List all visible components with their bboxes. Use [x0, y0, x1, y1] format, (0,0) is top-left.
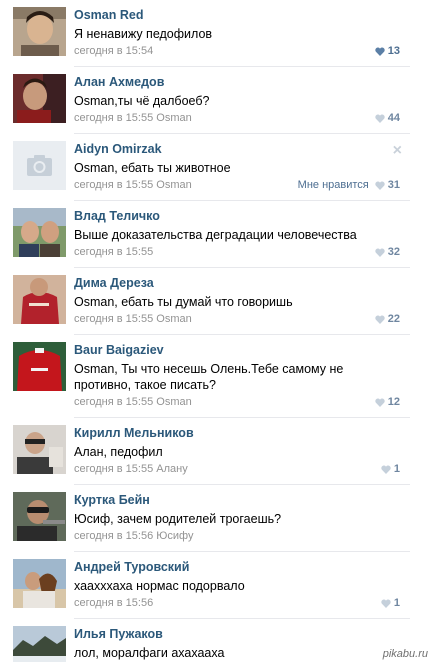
comment-author[interactable]: Влад Теличко — [74, 209, 160, 223]
comment-item: Aidyn Omirzak × Osman, ебать ты животное… — [0, 134, 432, 201]
comment-reply-to[interactable]: Osman — [156, 396, 191, 408]
comment-time[interactable]: сегодня в 15:55 — [74, 463, 153, 475]
avatar[interactable] — [13, 275, 66, 324]
like-count: 31 — [387, 179, 400, 191]
avatar[interactable] — [13, 559, 66, 608]
comment-time[interactable]: сегодня в 15:55 — [74, 396, 153, 408]
like-count: 1 — [393, 597, 400, 609]
comment-author[interactable]: Куртка Бейн — [74, 493, 150, 507]
comment-meta: сегодня в 15:56 — [74, 597, 153, 609]
like-button[interactable]: 22 — [375, 313, 400, 325]
comment-text: хаахххаха нормас подорвало — [74, 579, 245, 593]
like-count: 1 — [393, 463, 400, 475]
comment-text: Osman,ты чё далбоеб? — [74, 94, 210, 108]
comment-meta: сегодня в 15:55 Osman — [74, 396, 192, 408]
comment-meta: сегодня в 15:55 Osman — [74, 179, 192, 191]
comments-feed: Osman Red Я ненавижу педофилов сегодня в… — [0, 0, 432, 662]
comment-reply-to[interactable]: Osman — [156, 112, 191, 124]
comment-item: Baur Baigaziev Osman, Ты что несешь Олен… — [0, 335, 432, 418]
comment-author[interactable]: Илья Пужаков — [74, 627, 163, 641]
comment-author[interactable]: Baur Baigaziev — [74, 343, 164, 357]
heart-icon — [375, 315, 385, 324]
comment-text: лол, моралфаги ахахааха — [74, 646, 225, 660]
like-button[interactable]: 44 — [375, 112, 400, 124]
comment-text: Osman, ебать ты думай что говоришь — [74, 295, 293, 309]
comment-text: Выше доказательства деградации человечес… — [74, 228, 357, 242]
avatar[interactable] — [13, 425, 66, 474]
like-count: 13 — [387, 45, 400, 57]
comment-reply-to[interactable]: Osman — [156, 313, 191, 325]
comment-meta: сегодня в 15:54 — [74, 45, 153, 57]
like-button[interactable]: 13 — [375, 45, 400, 57]
like-button[interactable]: 12 — [375, 396, 400, 408]
comment-reply-to[interactable]: Юсифу — [156, 530, 193, 542]
like-label: Мне нравится — [297, 179, 369, 191]
heart-icon — [381, 599, 391, 608]
like-button[interactable]: 32 — [375, 246, 400, 258]
heart-icon — [375, 114, 385, 123]
heart-icon — [375, 181, 385, 190]
comment-item: Алан Ахмедов Osman,ты чё далбоеб? сегодн… — [0, 67, 432, 134]
comment-time[interactable]: сегодня в 15:54 — [74, 45, 153, 57]
like-button[interactable]: Мне нравится 31 — [298, 179, 400, 191]
comment-text: Я ненавижу педофилов — [74, 27, 213, 41]
comment-item: Дима Дереза Osman, ебать ты думай что го… — [0, 268, 432, 335]
heart-icon — [375, 398, 385, 407]
comment-text: Osman, Ты что несешь Олень.Тебе самому н… — [74, 362, 344, 392]
avatar[interactable] — [13, 342, 66, 391]
like-count: 32 — [387, 246, 400, 258]
comment-item: Osman Red Я ненавижу педофилов сегодня в… — [0, 0, 432, 67]
comment-text: Юсиф, зачем родителей трогаешь? — [74, 512, 282, 526]
avatar[interactable] — [13, 208, 66, 257]
comment-time[interactable]: сегодня в 15:55 — [74, 313, 153, 325]
comment-meta: сегодня в 15:55 Osman — [74, 313, 192, 325]
comment-time[interactable]: сегодня в 15:55 — [74, 179, 153, 191]
like-button[interactable]: 1 — [381, 463, 400, 475]
comment-reply-to[interactable]: Алану — [156, 463, 187, 475]
like-button[interactable]: 1 — [381, 597, 400, 609]
comment-time[interactable]: сегодня в 15:56 — [74, 530, 153, 542]
comment-reply-to[interactable]: Osman — [156, 179, 191, 191]
avatar[interactable] — [13, 7, 66, 56]
delete-icon[interactable]: × — [393, 142, 402, 160]
comment-item: Кирилл Мельников Алан, педофил сегодня в… — [0, 418, 432, 485]
comment-author[interactable]: Aidyn Omirzak — [74, 142, 162, 156]
comment-item: Куртка Бейн Юсиф, зачем родителей трогае… — [0, 485, 432, 552]
watermark: pikabu.ru — [382, 648, 428, 660]
like-count: 12 — [387, 396, 400, 408]
comment-meta: сегодня в 15:55 — [74, 246, 153, 258]
comment-time[interactable]: сегодня в 15:56 — [74, 597, 153, 609]
comment-item: Влад Теличко Выше доказательства деграда… — [0, 201, 432, 268]
comment-text: Osman, ебать ты животное — [74, 161, 231, 175]
avatar[interactable] — [13, 492, 66, 541]
comment-meta: сегодня в 15:55 Osman — [74, 112, 192, 124]
heart-icon — [375, 248, 385, 257]
comment-text: Алан, педофил — [74, 445, 163, 459]
avatar[interactable] — [13, 626, 66, 662]
heart-icon — [381, 465, 391, 474]
comment-meta: сегодня в 15:56 Юсифу — [74, 530, 193, 542]
avatar[interactable] — [13, 141, 66, 190]
comment-author[interactable]: Алан Ахмедов — [74, 75, 164, 89]
comment-author[interactable]: Osman Red — [74, 8, 143, 22]
comment-time[interactable]: сегодня в 15:55 — [74, 112, 153, 124]
comment-item: Андрей Туровский хаахххаха нормас подорв… — [0, 552, 432, 619]
comment-item: Илья Пужаков лол, моралфаги ахахааха — [0, 619, 432, 662]
avatar[interactable] — [13, 74, 66, 123]
comment-author[interactable]: Кирилл Мельников — [74, 426, 194, 440]
comment-author[interactable]: Андрей Туровский — [74, 560, 189, 574]
comment-author[interactable]: Дима Дереза — [74, 276, 154, 290]
comment-meta: сегодня в 15:55 Алану — [74, 463, 188, 475]
like-count: 44 — [387, 112, 400, 124]
like-count: 22 — [387, 313, 400, 325]
comment-time[interactable]: сегодня в 15:55 — [74, 246, 153, 258]
heart-icon — [375, 47, 385, 56]
